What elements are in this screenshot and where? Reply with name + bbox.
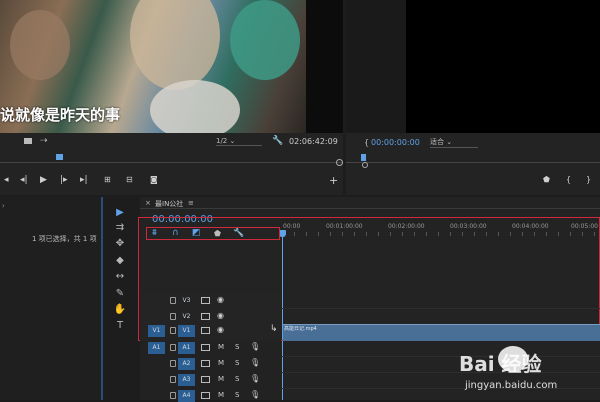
program-timecode: 00:00:00:00 [371,138,420,147]
playhead-marker[interactable] [56,154,63,160]
close-tab-icon[interactable]: × [145,199,151,207]
add-button-icon[interactable]: + [329,174,338,187]
mic-icon[interactable]: 🎙 [250,390,260,399]
tab-divider [140,208,600,209]
source-track-a1[interactable]: A1 [148,342,165,354]
program-out-icon[interactable]: } [586,175,591,184]
lock-icon[interactable] [170,360,176,367]
track-label-v3[interactable]: V3 [178,295,195,307]
track-label-a2[interactable]: A2 [178,358,195,370]
source-scrub-bar[interactable] [0,162,343,163]
track-label-a1[interactable]: A1 [178,342,195,354]
watermark-brand: Bai 经验 [459,352,542,376]
solo-button[interactable]: S [235,343,239,351]
track-label-a4[interactable]: A4 [178,390,195,402]
eye-icon[interactable]: ◉ [217,295,224,304]
mic-icon[interactable]: 🎙 [250,358,260,367]
video-subtitle: 说就像是昨天的事 [0,106,121,124]
lock-icon[interactable] [170,344,176,351]
source-track-v1[interactable]: V1 [148,325,165,337]
eye-icon[interactable]: ◉ [217,311,224,320]
program-marker-icon[interactable]: ⬟ [543,175,550,184]
wrench-icon[interactable]: 🔧 [272,136,283,146]
pen-tool-icon[interactable]: ✎ [113,288,127,300]
mic-icon[interactable]: 🎙 [250,342,260,351]
overwrite-clip-icon[interactable]: ⊟ [126,175,133,184]
program-scrub-handle[interactable] [362,162,368,168]
fit-value: 适合 [430,138,444,146]
in-point-icon: { [364,138,370,147]
track-sync-icon[interactable] [201,392,210,399]
hand-tool-icon[interactable]: ✋ [113,304,127,316]
clip-name: 高能日记.mp4 [284,326,317,332]
forward-icon[interactable]: |▸ [60,175,68,185]
zoom-value: 1/2 [216,137,228,145]
mute-button[interactable]: M [218,391,224,399]
track-sync-icon[interactable] [201,344,210,351]
rewind-icon[interactable]: ◂| [20,175,28,185]
watermark-url: jingyan.baidu.com [465,380,558,391]
lock-icon[interactable] [170,327,176,334]
insert-icon[interactable]: ⇢ [40,136,48,146]
eye-icon[interactable]: ◉ [217,325,224,334]
program-video-frame [406,0,600,133]
drag-cursor-icon: ↳ [270,324,278,334]
solo-button[interactable]: S [235,391,239,399]
lock-icon[interactable] [170,313,176,320]
track-sync-icon[interactable] [201,360,210,367]
ripple-edit-tool-icon[interactable]: ✥ [113,238,127,250]
slip-tool-icon[interactable]: ↔ [113,271,127,283]
tab-menu-icon[interactable]: ≡ [188,199,194,207]
program-left-strip [346,0,406,133]
lock-icon[interactable] [170,297,176,304]
scrub-end-icon[interactable] [336,159,343,166]
track-label-v2[interactable]: V2 [178,311,195,323]
selection-tool-icon[interactable]: ▶ [113,207,127,219]
mute-button[interactable]: M [218,343,224,351]
track-output-icon[interactable] [201,297,210,304]
marker-icon[interactable] [24,138,32,144]
track-divider [281,308,600,309]
project-panel-tab[interactable]: › [2,202,5,210]
program-playhead-marker[interactable] [361,154,366,161]
track-label-a3[interactable]: A3 [178,374,195,386]
fit-dropdown[interactable]: 适合 ⌄ [430,137,478,148]
track-sync-icon[interactable] [201,376,210,383]
track-label-v1[interactable]: V1 [178,325,195,337]
program-scrub-bar[interactable] [346,162,600,163]
insert-clip-icon[interactable]: ⊞ [104,175,111,184]
source-timecode: 02:06:42:09 [289,137,338,146]
solo-button[interactable]: S [235,375,239,383]
lock-icon[interactable] [170,376,176,383]
zoom-dropdown[interactable]: 1/2 ⌄ [216,137,262,146]
watermark: Bai 经验 jingyan.baidu.com [455,338,600,400]
project-selection-status: 1 项已选择，共 1 项 [32,235,97,243]
step-forward-icon[interactable]: ▸| [80,175,88,185]
mute-button[interactable]: M [218,375,224,383]
solo-button[interactable]: S [235,359,239,367]
camera-icon[interactable]: ◙ [150,175,158,184]
razor-tool-icon[interactable]: ◆ [113,255,127,267]
program-in-icon[interactable]: { [566,175,571,184]
project-panel [0,197,103,400]
play-button[interactable]: ▶ [40,175,47,185]
highlight-box-controls [146,227,280,240]
track-select-tool-icon[interactable]: ⇉ [113,222,127,234]
lock-icon[interactable] [170,392,176,399]
type-tool-icon[interactable]: T [113,320,127,332]
track-output-icon[interactable] [201,313,210,320]
monitor-black-area [306,0,343,133]
step-back-icon[interactable]: ◂ [4,175,9,185]
mute-button[interactable]: M [218,359,224,367]
mic-icon[interactable]: 🎙 [250,374,260,383]
track-output-icon[interactable] [201,327,210,334]
